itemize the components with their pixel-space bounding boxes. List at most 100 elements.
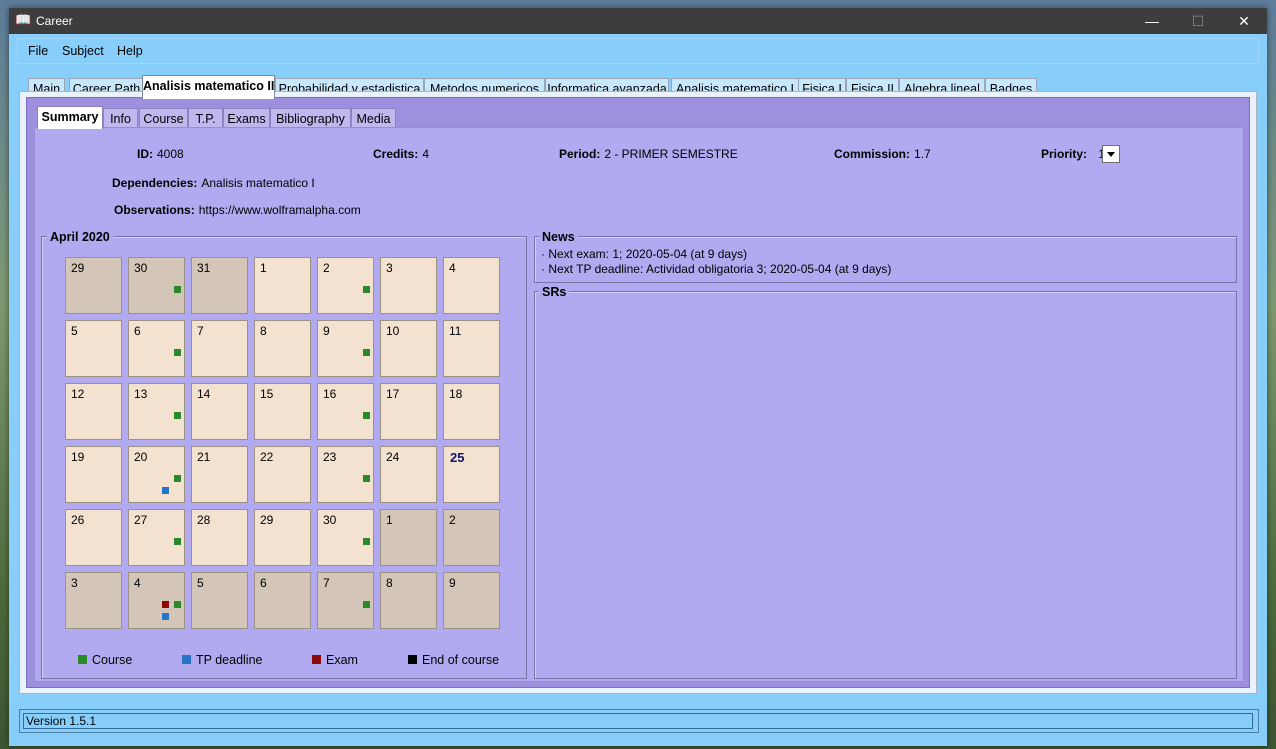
menu-subject[interactable]: Subject: [62, 44, 104, 58]
calendar-day[interactable]: 23: [317, 446, 374, 503]
calendar-day[interactable]: 4: [443, 257, 500, 314]
news-title: News: [539, 230, 578, 244]
commission-label: Commission:: [834, 147, 911, 161]
day-number: 8: [386, 576, 393, 590]
tab-course[interactable]: Course: [139, 108, 188, 128]
calendar-day[interactable]: 7: [191, 320, 248, 377]
calendar-day[interactable]: 8: [254, 320, 311, 377]
menu-help[interactable]: Help: [117, 44, 143, 58]
course-marker: [174, 475, 181, 482]
calendar-day[interactable]: 12: [65, 383, 122, 440]
calendar-day[interactable]: 1: [254, 257, 311, 314]
calendar-day[interactable]: 10: [380, 320, 437, 377]
status-field: [23, 713, 1253, 729]
calendar-day[interactable]: 19: [65, 446, 122, 503]
status-bar: Version 1.5.1: [19, 709, 1259, 733]
calendar-day[interactable]: 22: [254, 446, 311, 503]
tab-bibliography[interactable]: Bibliography: [270, 108, 351, 128]
tab-summary[interactable]: Summary: [37, 106, 103, 129]
calendar-day[interactable]: 9: [317, 320, 374, 377]
day-number: 1: [386, 513, 393, 527]
day-number: 1: [260, 261, 267, 275]
maximize-button[interactable]: ☐: [1175, 8, 1221, 34]
srs-title: SRs: [539, 285, 570, 299]
tp-deadline-marker: [162, 613, 169, 620]
legend-swatch-tp-deadline: [182, 655, 191, 664]
calendar-day[interactable]: 6: [254, 572, 311, 629]
calendar-day[interactable]: 8: [380, 572, 437, 629]
minimize-button[interactable]: —: [1129, 8, 1175, 34]
course-marker: [174, 601, 181, 608]
calendar-day[interactable]: 5: [191, 572, 248, 629]
calendar-day[interactable]: 14: [191, 383, 248, 440]
observations-link[interactable]: https://www.wolframalpha.com: [199, 203, 361, 217]
calendar-day[interactable]: 17: [380, 383, 437, 440]
close-button[interactable]: ✕: [1221, 8, 1267, 34]
calendar-day[interactable]: 9: [443, 572, 500, 629]
calendar-day[interactable]: 2: [443, 509, 500, 566]
calendar-day[interactable]: 16: [317, 383, 374, 440]
calendar-day[interactable]: 20: [128, 446, 185, 503]
exam-marker: [162, 601, 169, 608]
calendar-day[interactable]: 4: [128, 572, 185, 629]
tab-media[interactable]: Media: [351, 108, 396, 128]
calendar-day[interactable]: 15: [254, 383, 311, 440]
calendar-day[interactable]: 6: [128, 320, 185, 377]
course-marker: [174, 349, 181, 356]
day-number: 29: [260, 513, 274, 527]
calendar-day[interactable]: 31: [191, 257, 248, 314]
day-number: 9: [449, 576, 456, 590]
calendar-day[interactable]: 26: [65, 509, 122, 566]
calendar-day[interactable]: 18: [443, 383, 500, 440]
course-marker: [174, 412, 181, 419]
credits-field: Credits: 4: [373, 147, 429, 161]
observations-label: Observations:: [114, 203, 195, 217]
tab-analisis-matematico-ii[interactable]: Analisis matematico II: [142, 75, 275, 99]
calendar-day[interactable]: 30: [317, 509, 374, 566]
calendar-title: April 2020: [47, 230, 113, 244]
calendar-day[interactable]: 29: [65, 257, 122, 314]
day-number: 28: [197, 513, 211, 527]
course-marker: [363, 601, 370, 608]
calendar-day[interactable]: 29: [254, 509, 311, 566]
day-number: 21: [197, 450, 211, 464]
calendar-day[interactable]: 24: [380, 446, 437, 503]
day-number: 6: [260, 576, 267, 590]
dependencies-label: Dependencies:: [112, 176, 198, 190]
calendar-day[interactable]: 27: [128, 509, 185, 566]
calendar-day[interactable]: 28: [191, 509, 248, 566]
course-marker: [363, 286, 370, 293]
day-number: 8: [260, 324, 267, 338]
day-number: 9: [323, 324, 330, 338]
calendar-day[interactable]: 30: [128, 257, 185, 314]
priority-field: Priority: 1: [1041, 147, 1105, 161]
tab-exams[interactable]: Exams: [223, 108, 270, 128]
menu-file[interactable]: File: [28, 44, 48, 58]
tab-info[interactable]: Info: [103, 108, 138, 128]
calendar-day[interactable]: 1: [380, 509, 437, 566]
day-number: 22: [260, 450, 274, 464]
tp-deadline-marker: [162, 487, 169, 494]
calendar-day[interactable]: 7: [317, 572, 374, 629]
calendar-day[interactable]: 21: [191, 446, 248, 503]
title-bar[interactable]: 📖 Career — ☐ ✕: [9, 8, 1267, 34]
calendar-day[interactable]: 2: [317, 257, 374, 314]
day-number: 20: [134, 450, 148, 464]
calendar-day[interactable]: 11: [443, 320, 500, 377]
book-icon: 📖: [15, 12, 32, 27]
calendar-day[interactable]: 25: [443, 446, 500, 503]
observations-field: Observations: https://www.wolframalpha.co…: [114, 203, 361, 217]
srs-group: [534, 291, 1237, 679]
period-field: Period: 2 - PRIMER SEMESTRE: [559, 147, 738, 161]
calendar-day[interactable]: 3: [380, 257, 437, 314]
tab-t-p[interactable]: T.P.: [188, 108, 223, 128]
calendar-day[interactable]: 5: [65, 320, 122, 377]
calendar-day[interactable]: 3: [65, 572, 122, 629]
credits-label: Credits:: [373, 147, 419, 161]
course-marker: [363, 412, 370, 419]
priority-dropdown-button[interactable]: [1102, 145, 1120, 163]
commission-field: Commission: 1.7: [834, 147, 931, 161]
calendar-day[interactable]: 13: [128, 383, 185, 440]
day-number: 29: [71, 261, 85, 275]
day-number: 2: [323, 261, 330, 275]
